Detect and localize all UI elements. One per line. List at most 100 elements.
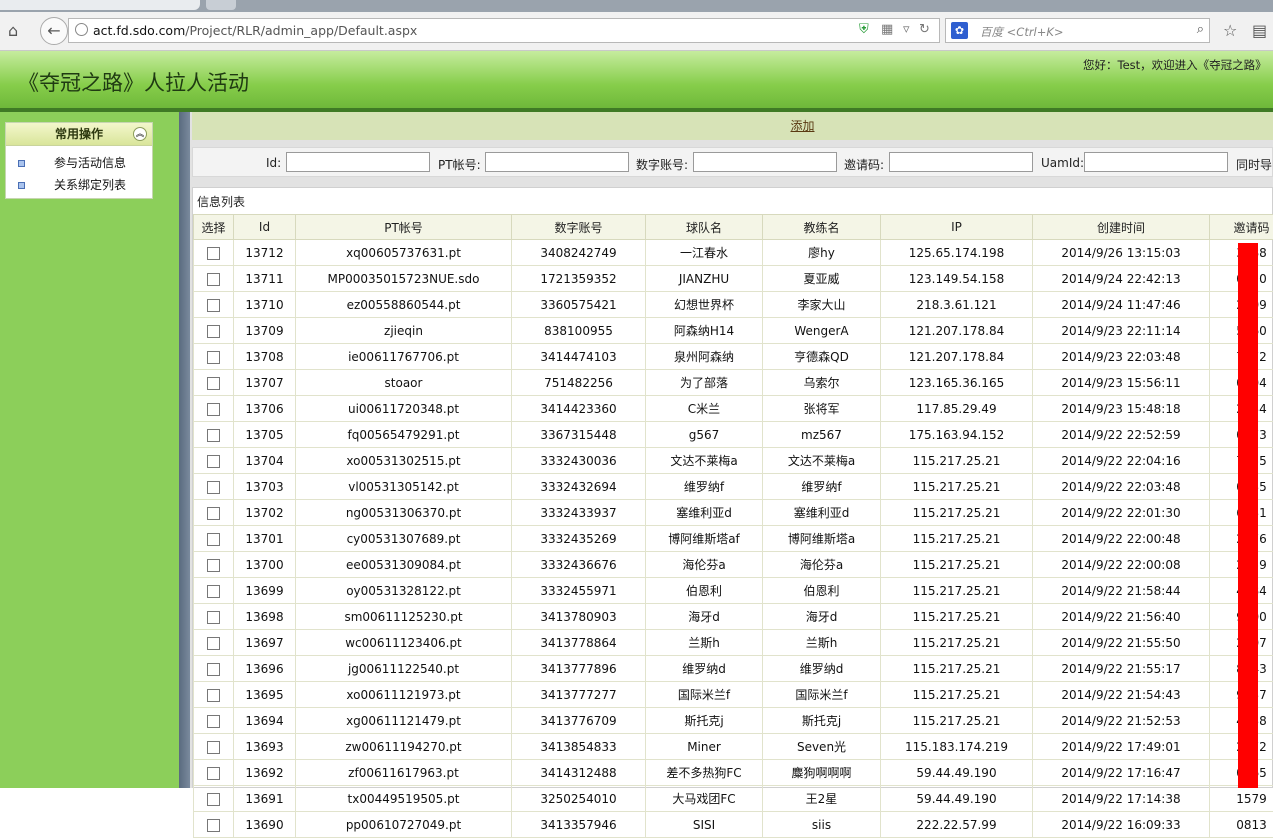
- table-cell: 3332435269: [512, 526, 646, 552]
- row-checkbox[interactable]: [207, 273, 220, 286]
- row-checkbox[interactable]: [207, 637, 220, 650]
- table-row[interactable]: 13712xq00605737631.pt3408242749一江春水廖hy12…: [194, 240, 1273, 266]
- row-checkbox[interactable]: [207, 455, 220, 468]
- address-bar[interactable]: act.fd.sdo.com/Project/RLR/admin_app/Def…: [68, 18, 940, 43]
- row-checkbox[interactable]: [207, 715, 220, 728]
- number-account-input[interactable]: [693, 152, 837, 172]
- home-icon[interactable]: ⌂: [8, 21, 18, 41]
- column-header: 邀请码: [1210, 215, 1273, 240]
- table-cell: 维罗纳f: [646, 474, 763, 500]
- back-button[interactable]: ←: [40, 17, 68, 45]
- row-checkbox[interactable]: [207, 663, 220, 676]
- invite-code-input[interactable]: [889, 152, 1033, 172]
- row-checkbox[interactable]: [207, 741, 220, 754]
- table-row[interactable]: 13708ie00611767706.pt3414474103泉州阿森纳亨德森Q…: [194, 344, 1273, 370]
- table-cell: 115.217.25.21: [881, 526, 1033, 552]
- table-row[interactable]: 13699oy00531328122.pt3332455971伯恩利伯恩利115…: [194, 578, 1273, 604]
- reload-icon[interactable]: ↻: [919, 22, 930, 37]
- row-checkbox[interactable]: [207, 247, 220, 260]
- table-row[interactable]: 13710ez00558860544.pt3360575421幻想世界杯李家大山…: [194, 292, 1273, 318]
- collapse-icon[interactable]: ︽: [133, 127, 147, 141]
- row-checkbox[interactable]: [207, 325, 220, 338]
- table-row[interactable]: 13702ng00531306370.pt3332433937塞维利亚d塞维利亚…: [194, 500, 1273, 526]
- row-checkbox[interactable]: [207, 611, 220, 624]
- table-row[interactable]: 13691tx00449519505.pt3250254010大马戏团FC王2星…: [194, 786, 1273, 812]
- row-checkbox[interactable]: [207, 507, 220, 520]
- table-cell: 塞维利亚d: [763, 500, 881, 526]
- browser-tab-active[interactable]: [0, 0, 200, 10]
- table-cell: 3413357946: [512, 812, 646, 838]
- table-row[interactable]: 13690pp00610727049.pt3413357946SISIsiis2…: [194, 812, 1273, 838]
- table-row[interactable]: 13700ee00531309084.pt3332436676海伦芬a海伦芬a1…: [194, 552, 1273, 578]
- uamid-label: UamId:: [1041, 156, 1084, 170]
- table-row[interactable]: 13698sm00611125230.pt3413780903海牙d海牙d115…: [194, 604, 1273, 630]
- sidebar-item-binding-list[interactable]: 关系绑定列表: [6, 174, 152, 196]
- table-cell: 13699: [234, 578, 296, 604]
- bookmark-star-icon[interactable]: ☆: [1223, 21, 1237, 41]
- add-link[interactable]: 添加: [650, 119, 814, 133]
- number-account-label: 数字账号:: [636, 156, 688, 173]
- qr-code-icon[interactable]: ▦: [881, 22, 893, 37]
- table-cell: xq00605737631.pt: [296, 240, 512, 266]
- table-row[interactable]: 13696jg00611122540.pt3413777896维罗纳d维罗纳d1…: [194, 656, 1273, 682]
- table-row[interactable]: 13701cy00531307689.pt3332435269博阿维斯塔af博阿…: [194, 526, 1273, 552]
- table-row[interactable]: 13693zw00611194270.pt3413854833MinerSeve…: [194, 734, 1273, 760]
- page-header: 《夺冠之路》人拉人活动 您好：Test，欢迎进入《夺冠之路》: [0, 51, 1273, 108]
- table-row[interactable]: 13692zf00611617963.pt3414312488差不多热狗FC麋狗…: [194, 760, 1273, 786]
- row-checkbox[interactable]: [207, 299, 220, 312]
- uamid-input[interactable]: [1084, 152, 1228, 172]
- table-row[interactable]: 13706ui00611720348.pt3414423360C米兰张将军117…: [194, 396, 1273, 422]
- id-input[interactable]: [286, 152, 430, 172]
- table-cell: 维罗纳f: [763, 474, 881, 500]
- table-cell: 3413777896: [512, 656, 646, 682]
- table-row[interactable]: 13697wc00611123406.pt3413778864兰斯h兰斯h115…: [194, 630, 1273, 656]
- row-checkbox[interactable]: [207, 689, 220, 702]
- row-checkbox[interactable]: [207, 533, 220, 546]
- row-checkbox[interactable]: [207, 351, 220, 364]
- search-icon[interactable]: ⌕: [1197, 22, 1204, 37]
- table-cell: 廖hy: [763, 240, 881, 266]
- table-cell: 3332433937: [512, 500, 646, 526]
- reading-list-icon[interactable]: ▤: [1252, 21, 1267, 41]
- row-checkbox[interactable]: [207, 793, 220, 806]
- table-cell: g567: [646, 422, 763, 448]
- table-row[interactable]: 13695xo00611121973.pt3413777277国际米兰f国际米兰…: [194, 682, 1273, 708]
- column-header: Id: [234, 215, 296, 240]
- table-cell: tx00449519505.pt: [296, 786, 512, 812]
- table-cell: pp00610727049.pt: [296, 812, 512, 838]
- dropdown-icon[interactable]: ▿: [903, 22, 910, 37]
- table-cell: 3332432694: [512, 474, 646, 500]
- table-cell: 13694: [234, 708, 296, 734]
- row-checkbox[interactable]: [207, 767, 220, 780]
- sidebar-item-label: 参与活动信息: [54, 156, 126, 170]
- browser-navbar: ⌂ ← act.fd.sdo.com/Project/RLR/admin_app…: [0, 12, 1273, 51]
- sidebar-splitter[interactable]: [179, 112, 190, 788]
- baidu-engine-icon[interactable]: ✿: [951, 22, 968, 39]
- sidebar-item-activity-info[interactable]: 参与活动信息: [6, 152, 152, 174]
- table-row[interactable]: 13709zjieqin838100955阿森纳H14WengerA121.20…: [194, 318, 1273, 344]
- table-row[interactable]: 13694xg00611121479.pt3413776709斯托克j斯托克j1…: [194, 708, 1273, 734]
- row-checkbox[interactable]: [207, 819, 220, 832]
- table-row[interactable]: 13704xo00531302515.pt3332430036文达不莱梅a文达不…: [194, 448, 1273, 474]
- table-cell: 121.207.178.84: [881, 318, 1033, 344]
- table-cell: 3414474103: [512, 344, 646, 370]
- row-checkbox[interactable]: [207, 585, 220, 598]
- table-row[interactable]: 13705fq00565479291.pt3367315448g567mz567…: [194, 422, 1273, 448]
- row-checkbox[interactable]: [207, 377, 220, 390]
- search-bar[interactable]: ✿ 百度 <Ctrl+K> ⌕: [945, 18, 1210, 43]
- table-row[interactable]: 13703vl00531305142.pt3332432694维罗纳f维罗纳f1…: [194, 474, 1273, 500]
- table-cell: 文达不莱梅a: [646, 448, 763, 474]
- browser-new-tab[interactable]: [206, 0, 236, 10]
- table-cell: 海伦芬a: [763, 552, 881, 578]
- row-checkbox[interactable]: [207, 429, 220, 442]
- row-checkbox[interactable]: [207, 403, 220, 416]
- row-checkbox[interactable]: [207, 559, 220, 572]
- table-cell: 3408242749: [512, 240, 646, 266]
- table-row[interactable]: 13711MP00035015723NUE.sdo1721359352JIANZ…: [194, 266, 1273, 292]
- row-checkbox[interactable]: [207, 481, 220, 494]
- invite-code-label: 邀请码:: [844, 156, 884, 173]
- pt-account-input[interactable]: [485, 152, 629, 172]
- table-row[interactable]: 13707stoaor751482256为了部落乌索尔123.165.36.16…: [194, 370, 1273, 396]
- shield-icon[interactable]: ⛨: [859, 22, 869, 37]
- table-cell: 2014/9/22 17:16:47: [1033, 760, 1210, 786]
